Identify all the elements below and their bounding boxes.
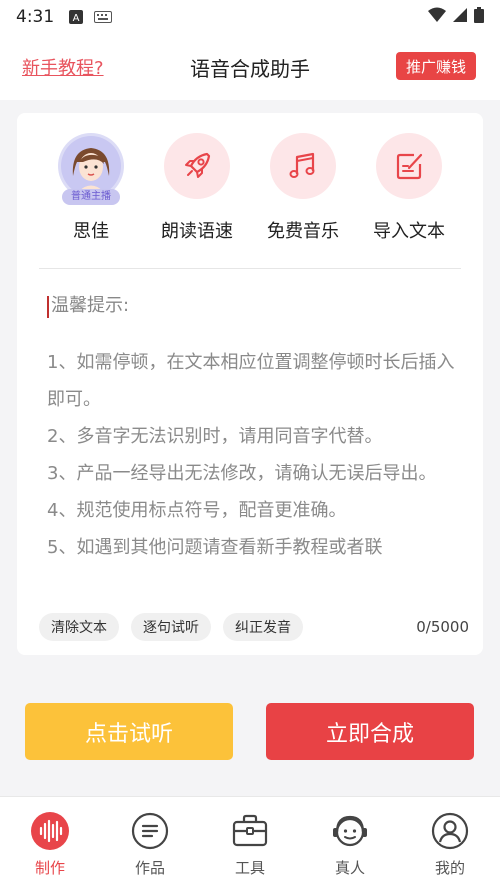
editor-actions: 清除文本 逐句试听 纠正发音: [39, 613, 303, 641]
sentence-preview-button[interactable]: 逐句试听: [131, 613, 211, 641]
tab-label: 我的: [434, 859, 465, 877]
tab-tools[interactable]: 工具: [200, 811, 300, 878]
status-time: 4:31: [16, 7, 55, 27]
a-notification-icon: A: [68, 9, 84, 25]
music-icon-wrap: [270, 133, 336, 199]
tool-free-music[interactable]: 免费音乐: [248, 133, 358, 243]
clear-text-button[interactable]: 清除文本: [39, 613, 119, 641]
tool-label: 朗读语速: [161, 221, 233, 242]
anchor-avatar-icon: [61, 136, 121, 196]
char-count: 0/5000: [416, 618, 469, 636]
correct-pronunciation-button[interactable]: 纠正发音: [223, 613, 303, 641]
headset-icon: [333, 815, 367, 847]
tab-works[interactable]: 作品: [100, 811, 200, 878]
anchor-badge: 普通主播: [62, 189, 120, 205]
briefcase-icon: [232, 814, 268, 847]
rocket-icon: [185, 152, 211, 178]
wifi-icon: [428, 7, 446, 27]
tool-label: 免费音乐: [267, 221, 339, 242]
tip-item: 5、如遇到其他问题请查看新手教程或者联: [47, 537, 383, 558]
tip-item: 3、产品一经导出无法修改，请确认无误后导出。: [47, 463, 437, 484]
user-icon: [431, 812, 469, 850]
text-input-area[interactable]: 温馨提示: 1、如需停顿，在文本相应位置调整停顿时长后插入即可。 2、多音字无法…: [47, 288, 457, 603]
list-icon: [131, 812, 169, 850]
status-bar: 4:31 A: [0, 0, 500, 34]
svg-text:A: A: [73, 13, 80, 24]
tool-reading-speed[interactable]: 朗读语速: [142, 133, 252, 243]
avatar: 普通主播: [58, 133, 124, 205]
tool-label: 思佳: [73, 221, 109, 242]
tool-row: 普通主播 思佳 朗读语速 免费音乐 导入文本: [17, 133, 483, 253]
keyboard-icon: [94, 11, 113, 23]
tool-voice-anchor[interactable]: 普通主播 思佳: [36, 133, 146, 243]
tip-item: 4、规范使用标点符号，配音更准确。: [47, 500, 347, 521]
rocket-icon-wrap: [164, 133, 230, 199]
bottom-tab-bar: 制作 作品 工具 真人 我的: [0, 796, 500, 888]
tips-list: 1、如需停顿，在文本相应位置调整停顿时长后插入即可。 2、多音字无法识别时，请用…: [47, 344, 457, 566]
waveform-icon: [31, 812, 69, 850]
tab-label: 真人: [334, 859, 365, 877]
tip-item: 1、如需停顿，在文本相应位置调整停顿时长后插入即可。: [47, 352, 455, 410]
promo-earn-button[interactable]: 推广赚钱: [395, 52, 476, 80]
tip-item: 2、多音字无法识别时，请用同音字代替。: [47, 426, 383, 447]
tool-import-text[interactable]: 导入文本: [354, 133, 464, 243]
listen-button[interactable]: 点击试听: [25, 703, 233, 760]
battery-icon: [474, 7, 484, 27]
tab-label: 作品: [134, 859, 165, 877]
editor-card: 普通主播 思佳 朗读语速 免费音乐 导入文本 温馨提示: 1、如需停顿，在文本相…: [17, 113, 483, 655]
divider: [39, 268, 461, 269]
synthesize-button[interactable]: 立即合成: [266, 703, 474, 760]
music-note-icon: [289, 152, 315, 178]
tab-make[interactable]: 制作: [0, 811, 100, 878]
tab-mine[interactable]: 我的: [400, 811, 500, 878]
edit-icon: [396, 153, 423, 180]
tab-label: 工具: [234, 859, 265, 877]
signal-icon: [452, 7, 468, 27]
edit-icon-wrap: [376, 133, 442, 199]
text-caret: [47, 296, 49, 318]
tab-real-person[interactable]: 真人: [300, 811, 400, 878]
tool-label: 导入文本: [373, 221, 445, 242]
tips-title: 温馨提示:: [51, 295, 130, 316]
app-header: 新手教程? 语音合成助手 推广赚钱: [0, 34, 500, 100]
tab-label: 制作: [34, 859, 65, 877]
